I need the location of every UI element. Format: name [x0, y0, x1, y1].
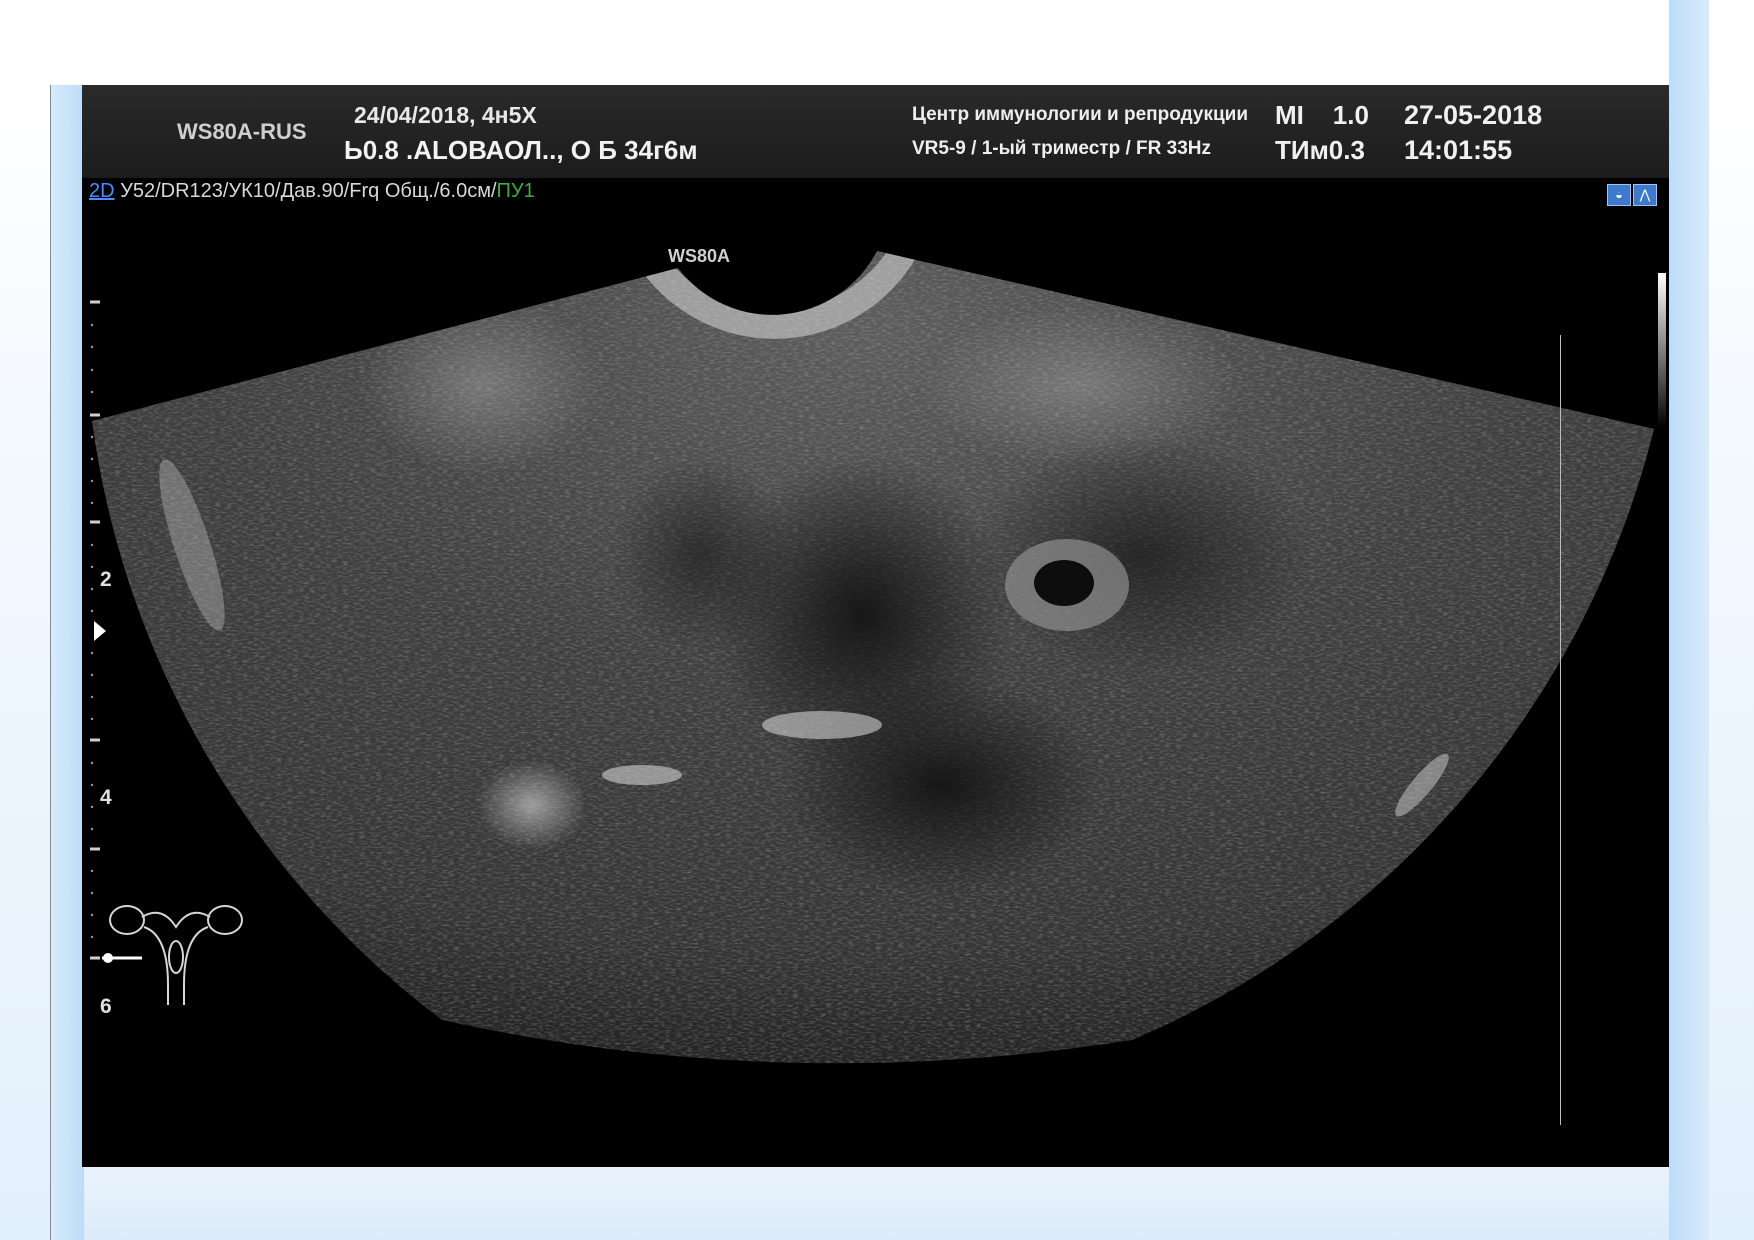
imaging-parameters: 2D У52/DR123/УК10/Дав.90/Frq Общ./6.0см/…: [89, 180, 535, 203]
slide-right-strip: [1669, 0, 1709, 1240]
slide-left-strip: [50, 0, 84, 1240]
depth-mark-6: 6: [100, 995, 112, 1018]
thermal-index: ТИм0.3: [1275, 135, 1365, 165]
slide-bottom-band: [84, 1167, 1669, 1240]
probe-orientation-icon: ◒: [1607, 184, 1631, 206]
parameter-settings: У52/DR123/УК10/Дав.90/Frq Общ./6.0см/: [114, 180, 497, 202]
probe-label: WS80A: [668, 246, 731, 266]
slide-top-band: [50, 0, 84, 85]
mode-label[interactable]: 2D: [89, 180, 115, 202]
clinic-name: Центр иммунологии и репродукции: [912, 104, 1249, 125]
mechanical-index: MI 1.0: [1275, 100, 1369, 131]
ultrasound-header: WS80A-RUS 24/04/2018, 4н5Х Ь0.8 .АLОВАОЛ…: [82, 85, 1669, 178]
grayscale-bar: [1658, 273, 1666, 428]
patient-info: Ь0.8 .АLОВАОЛ.., О Б 34г6м: [344, 135, 698, 165]
ultrasound-image: [90, 251, 1654, 1064]
uterus-pictogram-icon: [109, 905, 243, 1005]
current-time: 14:01:55: [1404, 135, 1513, 165]
image-mode-icon: ⋀: [1633, 184, 1657, 206]
measurement-line: [1560, 335, 1561, 1125]
depth-mark-4: 4: [100, 786, 112, 809]
depth-mark-2: 2: [100, 568, 112, 591]
mi-value: 1.0: [1332, 100, 1369, 130]
preset-label: ПУ1: [496, 180, 535, 202]
device-model: WS80A-RUS: [177, 119, 307, 144]
ultrasound-screen: WS80A-RUS 24/04/2018, 4н5Х Ь0.8 .АLОВАОЛ…: [82, 85, 1669, 1167]
slide-frame-line-left: [50, 0, 51, 1240]
status-icons: ◒ ⋀: [1607, 184, 1657, 206]
mi-label: MI: [1275, 100, 1304, 130]
focus-marker-icon: [94, 621, 106, 641]
probe-info: VR5-9 / 1-ый триместр / FR 33Hz: [912, 138, 1212, 159]
exam-date: 24/04/2018, 4н5Х: [354, 102, 537, 128]
current-date: 27-05-2018: [1404, 100, 1543, 130]
